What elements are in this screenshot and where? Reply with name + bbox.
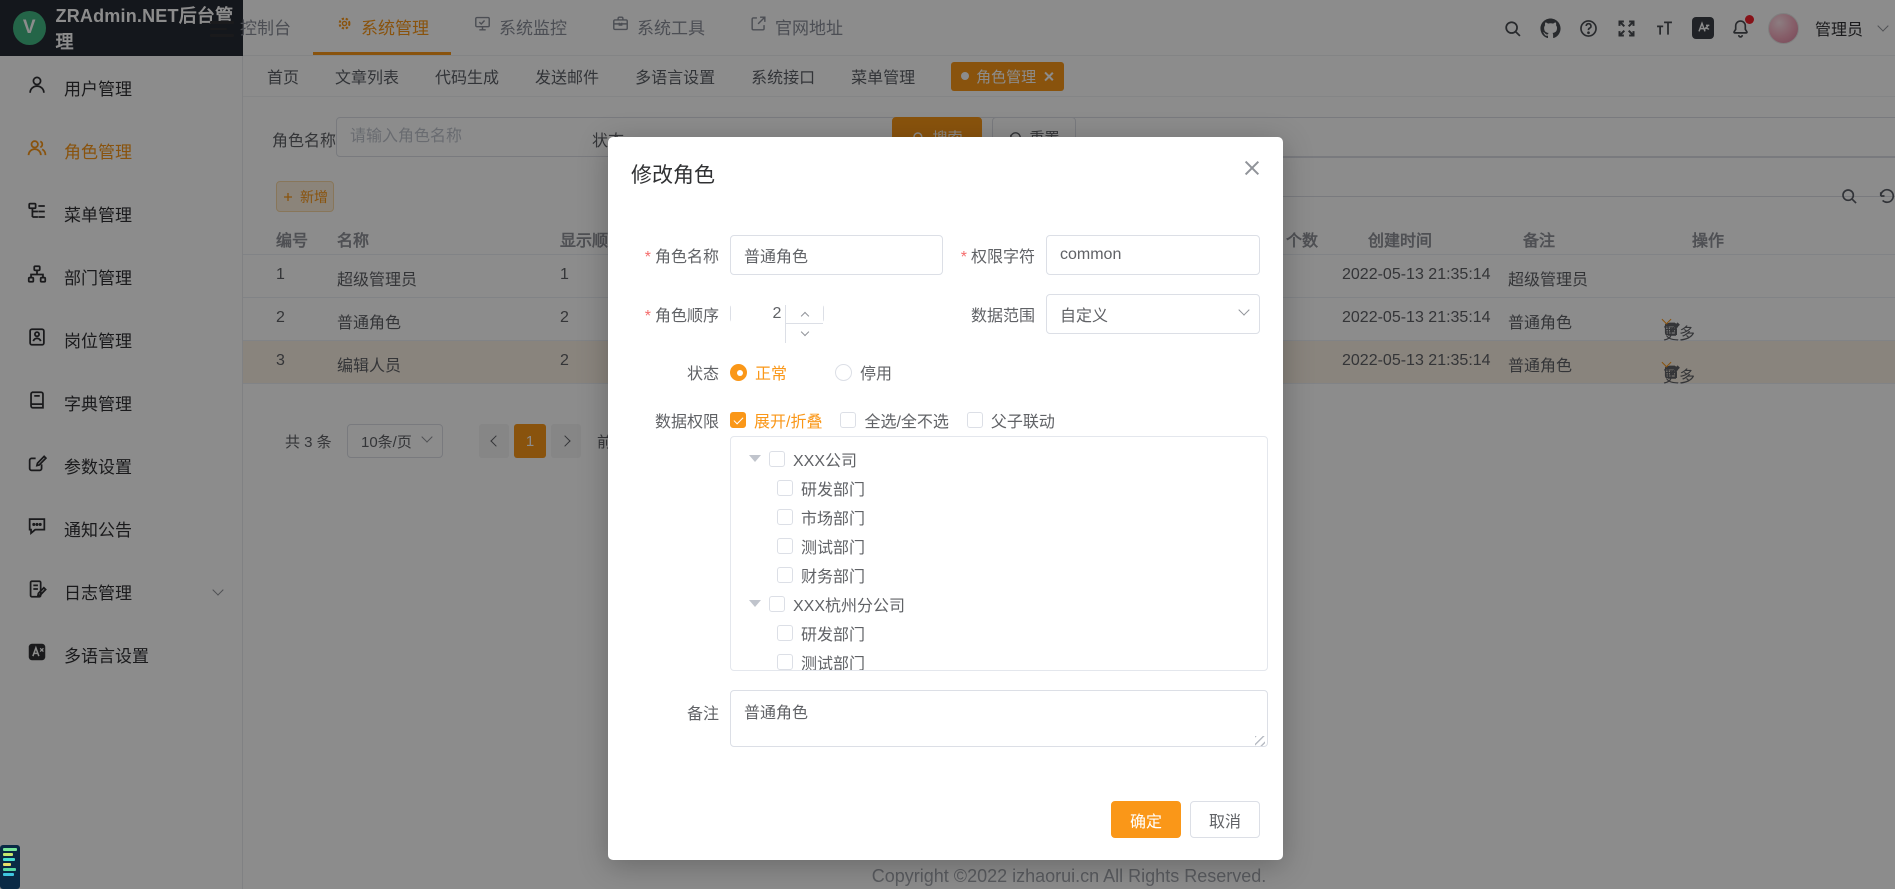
tree-node[interactable]: 研发部门 <box>731 473 1267 502</box>
stepper-up-button[interactable] <box>786 305 823 324</box>
role-key-input[interactable] <box>1046 235 1260 275</box>
tree-node[interactable]: XXX公司 <box>731 444 1267 473</box>
edit-role-dialog: 修改角色 角色名称 权限字符 角色顺序 <box>608 137 1283 860</box>
data-scope-select[interactable] <box>1046 294 1260 334</box>
app-window: V ZRAdmin.NET后台管理 控制台 系统管理 系统监控 系统工具 官网地 <box>0 0 1895 889</box>
checkbox-icon[interactable] <box>777 567 793 583</box>
data-scope-label: 数据范围 <box>943 302 1035 326</box>
performance-monitor-widget[interactable] <box>0 845 20 889</box>
tree-node[interactable]: 财务部门 <box>731 560 1267 589</box>
parent-child-link-checkbox[interactable]: 父子联动 <box>967 408 1055 432</box>
cancel-button[interactable]: 取消 <box>1190 801 1260 838</box>
checkbox-icon[interactable] <box>777 625 793 641</box>
select-all-checkbox[interactable]: 全选/全不选 <box>840 408 948 432</box>
close-icon[interactable] <box>1243 159 1261 177</box>
tree-expand-icon[interactable] <box>749 455 761 462</box>
checkbox-icon[interactable] <box>777 480 793 496</box>
role-name-label: 角色名称 <box>631 243 719 267</box>
status-radio-normal[interactable]: 正常 <box>730 360 787 384</box>
tree-node[interactable]: 研发部门 <box>731 618 1267 647</box>
chevron-down-icon <box>800 327 808 335</box>
role-key-label: 权限字符 <box>943 243 1035 267</box>
confirm-button[interactable]: 确定 <box>1111 801 1181 838</box>
tree-node[interactable]: 测试部门 <box>731 531 1267 560</box>
dialog-title: 修改角色 <box>631 159 1260 189</box>
checkbox-icon <box>730 412 746 428</box>
status-radio-disabled[interactable]: 停用 <box>835 360 892 384</box>
status-label: 状态 <box>631 360 719 384</box>
radio-icon <box>730 364 747 381</box>
checkbox-icon[interactable] <box>777 509 793 525</box>
expand-collapse-checkbox[interactable]: 展开/折叠 <box>730 408 822 432</box>
chevron-up-icon <box>800 312 808 320</box>
checkbox-icon[interactable] <box>769 451 785 467</box>
tree-node[interactable]: 测试部门 <box>731 647 1267 671</box>
checkbox-icon <box>840 412 856 428</box>
tree-node[interactable]: XXX杭州分公司 <box>731 589 1267 618</box>
data-permission-label: 数据权限 <box>631 408 719 432</box>
remark-label: 备注 <box>631 700 719 752</box>
remark-textarea[interactable]: 普通角色 <box>730 690 1268 747</box>
data-scope-input[interactable] <box>1046 294 1260 334</box>
radio-icon <box>835 364 852 381</box>
department-tree: XXX公司 研发部门 市场部门 测试部门 财务部门 <box>730 436 1268 671</box>
stepper-down-button[interactable] <box>786 324 823 343</box>
tree-expand-icon[interactable] <box>749 600 761 607</box>
role-order-stepper <box>730 304 824 323</box>
edit-role-form: 角色名称 权限字符 角色顺序 数据范围 <box>631 235 1260 752</box>
role-name-input[interactable] <box>730 235 943 275</box>
remark-field: 普通角色 <box>730 690 1268 752</box>
checkbox-icon[interactable] <box>777 538 793 554</box>
dialog-footer: 确定 取消 <box>1111 801 1260 838</box>
checkbox-icon[interactable] <box>777 654 793 670</box>
checkbox-icon <box>967 412 983 428</box>
checkbox-icon[interactable] <box>769 596 785 612</box>
tree-node[interactable]: 市场部门 <box>731 502 1267 531</box>
role-order-label: 角色顺序 <box>631 302 719 326</box>
